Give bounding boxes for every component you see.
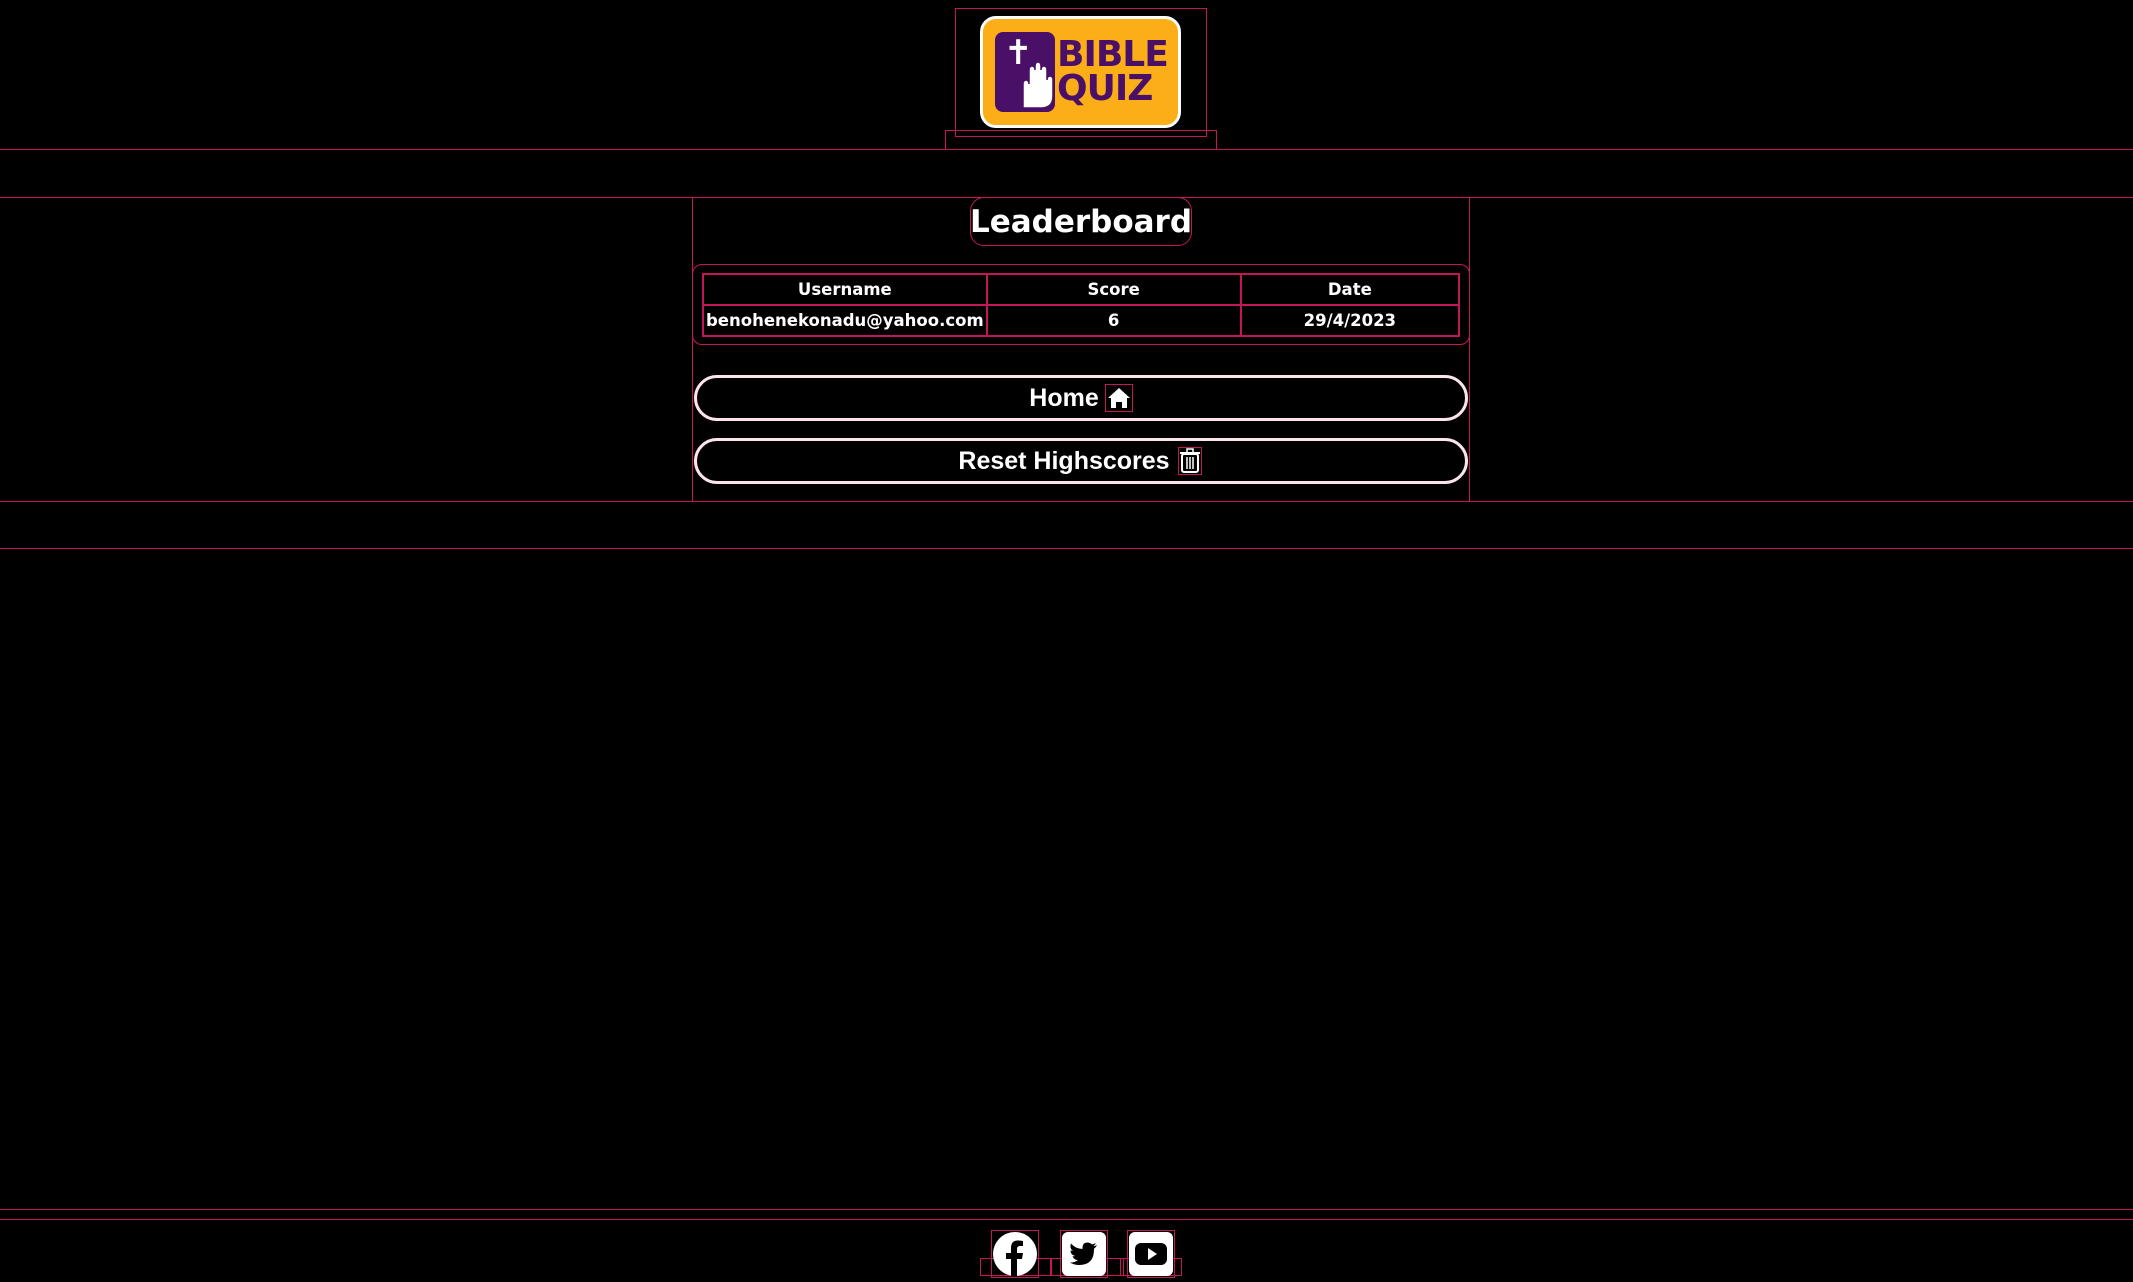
logo-base [945, 130, 1217, 150]
column-header-date: Date [1239, 273, 1461, 306]
cell-score: 6 [985, 304, 1242, 337]
logo-line-1: BIBLE [1057, 34, 1169, 75]
home-button[interactable]: Home [694, 375, 1468, 421]
raised-hand-icon [1022, 62, 1054, 109]
divider [0, 548, 2133, 549]
facebook-icon[interactable] [991, 1230, 1039, 1278]
divider [0, 1209, 2133, 1210]
table-row: benohenekonadu@yahoo.com 6 29/4/2023 [702, 304, 1461, 337]
column-header-username: Username [702, 273, 988, 306]
bible-quiz-logo[interactable]: ✝ BIBLE QUIZ [980, 16, 1181, 128]
twitter-icon[interactable] [1060, 1230, 1108, 1278]
reset-highscores-button[interactable]: Reset Highscores [694, 438, 1468, 484]
trash-icon [1176, 447, 1204, 475]
cell-date: 29/4/2023 [1239, 304, 1461, 337]
book-icon: ✝ [995, 32, 1055, 112]
youtube-icon[interactable] [1127, 1230, 1175, 1278]
divider [0, 149, 2133, 150]
leaderboard-table: Username Score Date benohenekonadu@yahoo… [702, 273, 1461, 337]
reset-button-label: Reset Highscores [958, 446, 1170, 475]
logo-text: BIBLE QUIZ [1057, 34, 1169, 109]
divider [0, 1219, 2133, 1220]
home-button-label: Home [1029, 383, 1099, 412]
cell-username: benohenekonadu@yahoo.com [702, 304, 988, 337]
home-icon [1104, 384, 1133, 412]
page-title: Leaderboard [970, 197, 1192, 246]
table-header-row: Username Score Date [702, 273, 1461, 306]
logo-line-2: QUIZ [1057, 68, 1153, 109]
column-header-score: Score [985, 273, 1242, 306]
